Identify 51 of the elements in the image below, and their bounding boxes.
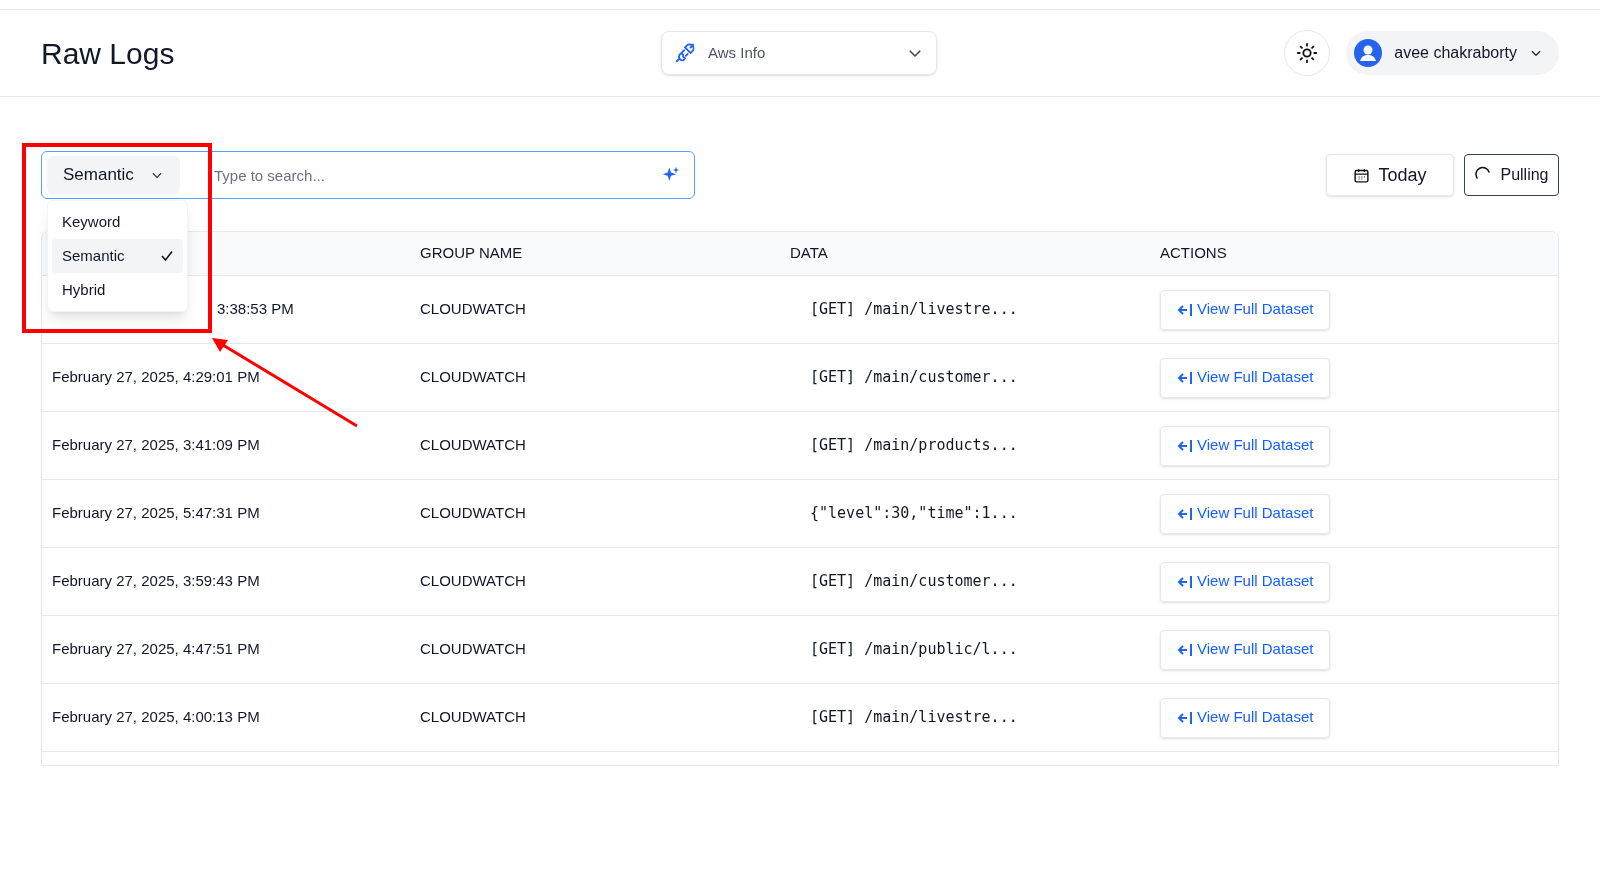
column-header: ACTIONS	[1160, 244, 1227, 262]
data-cell: [GET] /main/public/l...	[810, 640, 1018, 659]
group-cell: CLOUDWATCH	[420, 368, 526, 386]
menu-item[interactable]: Semantic	[52, 239, 183, 273]
view-dataset-button[interactable]: View Full Dataset	[1160, 493, 1331, 534]
group-cell: CLOUDWATCH	[420, 640, 526, 658]
check-icon	[161, 250, 173, 262]
data-cell: [GET] /main/customer...	[810, 368, 1018, 387]
source-select[interactable]: Aws Info	[661, 31, 937, 75]
view-dataset-button[interactable]: View Full Dataset	[1160, 697, 1331, 738]
timestamp-cell: February 27, 2025, 4:47:51 PM	[52, 640, 260, 658]
search-mode-select[interactable]: Semantic	[47, 156, 180, 194]
column-header: GROUP NAME	[420, 244, 523, 262]
view-dataset-button[interactable]: View Full Dataset	[1160, 425, 1331, 466]
arrow-left-icon	[1177, 710, 1193, 725]
timestamp-cell: February 27, 2025, 5:47:31 PM	[52, 504, 260, 522]
data-cell: [GET] /main/products...	[810, 436, 1018, 455]
data-cell: {"level":30,"time":1...	[810, 504, 1018, 523]
timestamp-cell: February 27, 2025, 4:29:01 PM	[52, 368, 260, 386]
group-cell: CLOUDWATCH	[420, 504, 526, 522]
column-header: DATA	[790, 244, 828, 262]
view-dataset-button[interactable]: View Full Dataset	[1160, 357, 1331, 398]
plug-icon	[674, 42, 696, 64]
sun-icon	[1296, 42, 1319, 64]
data-cell: [GET] /main/customer...	[810, 572, 1018, 591]
search-field[interactable]: Type to search...	[192, 157, 649, 193]
arrow-left-icon	[1177, 506, 1193, 521]
arrow-left-icon	[1177, 438, 1193, 453]
date-filter-button[interactable]: Today	[1326, 154, 1454, 196]
view-dataset-button[interactable]: View Full Dataset	[1160, 289, 1331, 330]
arrow-left-icon	[1177, 642, 1193, 657]
menu-item[interactable]: Hybrid	[52, 273, 183, 307]
page-title: Raw Logs	[41, 35, 176, 72]
calendar-icon	[1353, 166, 1371, 184]
group-cell: CLOUDWATCH	[420, 708, 526, 726]
arrow-left-icon	[1177, 370, 1193, 385]
group-cell: CLOUDWATCH	[420, 572, 526, 590]
data-cell: [GET] /main/livestre...	[810, 708, 1018, 727]
menu-item[interactable]: Keyword	[52, 205, 183, 239]
timestamp-cell: February 27, 2025, 3:41:09 PM	[52, 436, 260, 454]
data-cell: [GET] /main/livestre...	[810, 300, 1018, 319]
timestamp-cell: February 27, 2025, 4:00:13 PM	[52, 708, 260, 726]
pulling-button[interactable]: Pulling	[1464, 154, 1559, 196]
view-dataset-button[interactable]: View Full Dataset	[1160, 561, 1331, 602]
arrow-left-icon	[1177, 302, 1193, 317]
view-dataset-button[interactable]: View Full Dataset	[1160, 629, 1331, 670]
user-menu-button[interactable]: avee chakraborty	[1346, 31, 1559, 75]
timestamp-cell: February 27, 2025, 3:59:43 PM	[52, 572, 260, 590]
arrow-left-icon	[1177, 574, 1193, 589]
avatar-icon	[1354, 39, 1383, 67]
group-cell: CLOUDWATCH	[420, 436, 526, 454]
